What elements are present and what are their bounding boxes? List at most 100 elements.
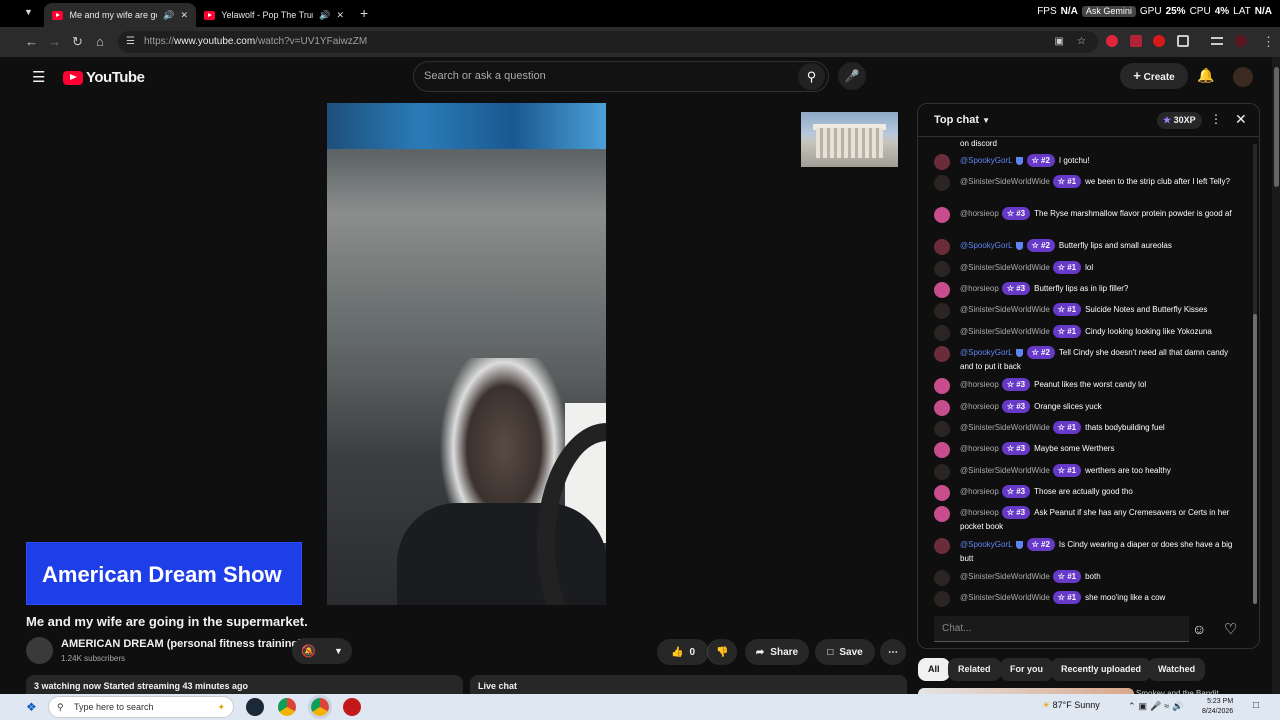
chat-message[interactable]: @SinisterSideWorldWide ☆ #1 we been to the… (934, 175, 1239, 191)
chat-user-avatar[interactable] (934, 421, 950, 437)
chat-message[interactable]: @SinisterSideWorldWide ☆ #1 Cindy looking … (934, 325, 1239, 341)
chat-message[interactable]: @horsieop ☆ #3 Maybe some Werthers (934, 442, 1239, 458)
chat-message[interactable]: @SpookyGorL ☆ #2 Butterfly lips and small … (934, 239, 1239, 255)
microphone-icon[interactable]: 🎤 (838, 62, 866, 90)
weather-widget[interactable]: ☀ 87°F Sunny (1042, 700, 1100, 711)
chat-message[interactable]: @horsieop ☆ #3 The Ryse marshmallow flavor… (934, 207, 1239, 223)
tab-close-icon[interactable]: ✕ (180, 10, 188, 21)
tab-search-button[interactable]: ▼ (24, 7, 33, 17)
chat-message[interactable]: @horsieop ☆ #3 Ask Peanut if she has any C… (934, 506, 1239, 534)
chat-message[interactable]: @SinisterSideWorldWide ☆ #1 she moo'ing li… (934, 591, 1239, 607)
dislike-button[interactable]: 👎 (707, 639, 737, 665)
taskbar-search-input[interactable]: ⚲ Type here to search ✦ (48, 696, 234, 718)
microphone-icon[interactable]: 🎤 (1150, 701, 1164, 711)
account-avatar[interactable] (1233, 67, 1253, 87)
bookmark-star-icon[interactable]: ☆ (1077, 31, 1086, 53)
chat-user-avatar[interactable] (934, 175, 950, 191)
reading-list-icon[interactable] (1211, 37, 1223, 45)
page-scrollbar[interactable] (1272, 57, 1280, 694)
chat-user-avatar[interactable] (934, 303, 950, 319)
site-info-icon[interactable]: ☰ (126, 31, 135, 53)
create-button[interactable]: + Create (1120, 63, 1188, 89)
chat-message[interactable]: @horsieop ☆ #3 Peanut likes the worst cand… (934, 378, 1239, 394)
chat-message[interactable]: @horsieop ☆ #3 Orange slices yuck (934, 400, 1239, 416)
notification-center-icon[interactable]: □ (1253, 700, 1259, 711)
extension-red-icon[interactable] (1106, 35, 1118, 47)
volume-icon[interactable]: 🔊 (1172, 701, 1186, 711)
chat-message[interactable]: on discord (934, 137, 1239, 151)
chat-user-avatar[interactable] (934, 538, 950, 554)
chat-message[interactable]: @SinisterSideWorldWide ☆ #1 werthers are t… (934, 464, 1239, 480)
chat-user-avatar[interactable] (934, 464, 950, 480)
notification-settings-button[interactable]: 🔕 ▼ (292, 638, 352, 664)
chat-username[interactable]: @SinisterSideWorldWide (960, 263, 1050, 272)
chat-message[interactable]: @SpookyGorL ☆ #2 Is Cindy wearing a diaper… (934, 538, 1239, 566)
chat-user-avatar[interactable] (934, 570, 950, 586)
chat-message[interactable]: @horsieop ☆ #3 Those are actually good tho (934, 485, 1239, 501)
chat-username[interactable]: @SpookyGorL (960, 348, 1013, 357)
chat-message[interactable]: @SinisterSideWorldWide ☆ #1 Suicide Notes … (934, 303, 1239, 319)
chip-for-you[interactable]: For you (1000, 658, 1053, 681)
install-icon[interactable]: ▣ (1055, 31, 1064, 53)
close-icon[interactable]: ✕ (1235, 111, 1247, 128)
chat-user-avatar[interactable] (934, 282, 950, 298)
chat-user-avatar[interactable] (934, 207, 950, 223)
chat-username[interactable]: @SinisterSideWorldWide (960, 572, 1050, 581)
save-button[interactable]: □ Save (815, 639, 875, 665)
chat-message[interactable]: @SpookyGorL ☆ #2 Tell Cindy she doesn't ne… (934, 346, 1239, 374)
browser-tab-active[interactable]: Me and my wife are going 🔊 ✕ (44, 3, 196, 27)
speaker-icon[interactable]: 🔊 (319, 10, 330, 21)
chat-username[interactable]: @horsieop (960, 402, 999, 411)
chrome-active-icon[interactable] (308, 695, 332, 719)
chat-username[interactable]: @SpookyGorL (960, 241, 1013, 250)
chat-user-avatar[interactable] (934, 378, 950, 394)
like-button[interactable]: 👍 0 (657, 639, 709, 665)
chat-username[interactable]: @SpookyGorL (960, 156, 1013, 165)
address-bar[interactable]: ☰ https://www.youtube.com/watch?v=UV1YFa… (118, 31, 1098, 53)
search-input[interactable]: Search or ask a question (413, 61, 829, 92)
back-icon[interactable]: ← (25, 34, 38, 49)
tab-close-icon[interactable]: ✕ (336, 10, 344, 21)
chat-username[interactable]: @SinisterSideWorldWide (960, 177, 1050, 186)
chat-more-icon[interactable]: ⋮ (1210, 112, 1222, 126)
chip-watched[interactable]: Watched (1148, 658, 1206, 681)
network-icon[interactable]: ▣ (1139, 701, 1151, 711)
browser-menu-icon[interactable]: ⋮ (1262, 34, 1275, 50)
chat-username[interactable]: @horsieop (960, 380, 999, 389)
chat-username[interactable]: @SinisterSideWorldWide (960, 327, 1050, 336)
new-tab-button[interactable]: + (360, 5, 368, 21)
chat-username[interactable]: @horsieop (960, 487, 999, 496)
chat-scrollbar-thumb[interactable] (1253, 314, 1257, 604)
live-chat-section[interactable]: Live chat (470, 675, 907, 695)
system-tray[interactable]: ⌃▣🎤≈🔊 (1128, 701, 1186, 712)
profile-avatar-icon[interactable] (1235, 35, 1247, 47)
channel-name[interactable]: AMERICAN DREAM (personal fitness trainin… (61, 638, 302, 650)
chat-mode-dropdown[interactable]: Top chat ▼ (934, 114, 990, 126)
home-icon[interactable]: ⌂ (96, 34, 104, 49)
chat-user-avatar[interactable] (934, 239, 950, 255)
windows-start-icon[interactable]: ❖ (26, 700, 37, 714)
chip-all[interactable]: All (918, 658, 950, 681)
chat-username[interactable]: @SinisterSideWorldWide (960, 466, 1050, 475)
hamburger-menu-icon[interactable]: ☰ (32, 68, 45, 86)
extensions-puzzle-icon[interactable] (1177, 35, 1189, 47)
chat-username[interactable]: @SinisterSideWorldWide (960, 423, 1050, 432)
chat-username[interactable]: @horsieop (960, 444, 999, 453)
forward-icon[interactable]: → (48, 34, 61, 49)
chrome-icon[interactable] (278, 698, 296, 716)
chat-message[interactable]: @SinisterSideWorldWide ☆ #1 thats bodybuil… (934, 421, 1239, 437)
notifications-bell-icon[interactable]: 🔔 (1197, 67, 1214, 84)
channel-avatar[interactable] (26, 637, 53, 664)
reload-icon[interactable]: ↻ (72, 34, 83, 50)
chat-user-avatar[interactable] (934, 154, 950, 170)
chat-user-avatar[interactable] (934, 442, 950, 458)
description-box[interactable]: 3 watching now Started streaming 43 minu… (26, 675, 463, 695)
chat-user-avatar[interactable] (934, 485, 950, 501)
chat-username[interactable]: @horsieop (960, 209, 999, 218)
chat-user-avatar[interactable] (934, 325, 950, 341)
chip-recently-uploaded[interactable]: Recently uploaded (1051, 658, 1152, 681)
chat-message[interactable]: @horsieop ☆ #3 Butterfly lips as in lip fi… (934, 282, 1239, 298)
search-icon[interactable]: ⚲ (798, 63, 825, 90)
chat-user-avatar[interactable] (934, 506, 950, 522)
chat-message[interactable]: @SpookyGorL ☆ #2 I gotchu! (934, 154, 1239, 170)
